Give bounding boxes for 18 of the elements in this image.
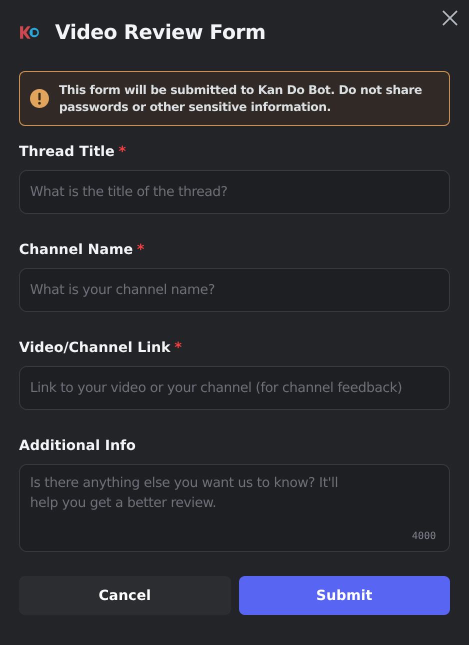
text-field[interactable]: Link to your video or your channel (for channel feedback) <box>19 366 450 410</box>
text-field[interactable]: What is your channel name? <box>19 268 450 312</box>
text-field[interactable]: What is the title of the thread? <box>19 170 450 214</box>
required-mark: * <box>137 242 144 258</box>
warning-icon <box>30 89 49 108</box>
required-mark: * <box>118 144 126 160</box>
required-mark: * <box>174 340 182 356</box>
field-label: Channel Name <box>19 242 134 258</box>
logo-icon <box>19 24 40 40</box>
field-label: Additional Info <box>19 438 136 454</box>
field-label: Thread Title <box>19 144 115 160</box>
window-title: Video Review Form <box>55 20 266 44</box>
notice-text: This form will be submitted to Kan Do Bot. Do not share passwords or other sensitive information. <box>59 82 423 116</box>
submit-button[interactable]: Submit <box>238 576 450 615</box>
close-icon[interactable] <box>442 10 458 26</box>
field-label: Video/Channel Link <box>19 340 170 356</box>
character-counter: 4000 <box>412 531 436 542</box>
cancel-button[interactable]: Cancel <box>19 576 230 615</box>
